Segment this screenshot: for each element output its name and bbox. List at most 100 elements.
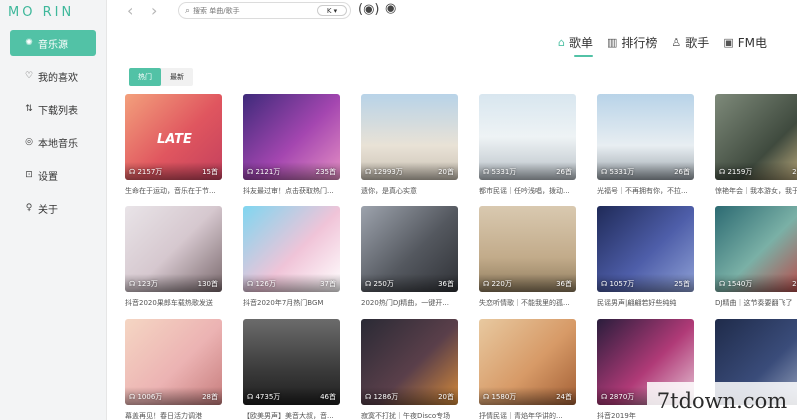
sidebar-item-label: 下载列表 xyxy=(38,105,78,117)
play-count: ☊ 2159万 xyxy=(719,167,752,177)
sidebar-item-3[interactable]: ◎ 本地音乐 xyxy=(10,129,96,155)
playlist-card[interactable]: ☊ 5331万 26首光福号｜不再拥有你，不拉... xyxy=(597,94,694,196)
tab-label: 歌单 xyxy=(568,35,593,50)
playlist-cover[interactable]: ☊ 1580万 24首 xyxy=(479,319,576,405)
sidebar-item-5[interactable]: ♀ 关于 xyxy=(10,195,96,221)
play-count: ☊ 1540万 xyxy=(719,279,752,289)
search-icon: ⌕ xyxy=(185,5,191,16)
heart-icon: ♡ xyxy=(24,71,34,81)
playlist-card[interactable]: ☊ 1057万 25首 民谣男声|翩翩若好些纯纯 xyxy=(597,206,694,308)
playlist-title[interactable]: 抖友最过审！点击获取热门... xyxy=(243,186,340,196)
play-count: ☊ 1580万 xyxy=(483,392,516,402)
search-bar[interactable]: ⌕ K ▾ xyxy=(178,2,351,19)
tab-1[interactable]: ▥ 排行榜 xyxy=(607,31,657,53)
track-count: 20首 xyxy=(438,393,454,401)
playlist-card[interactable]: ☊ 4735万 46首 【欧美男声】美音大叔，音... xyxy=(243,319,340,420)
watermark: 7tdown.com xyxy=(647,382,797,420)
play-count: ☊ 123万 xyxy=(129,279,158,289)
play-count-value: 2870万 xyxy=(609,393,635,401)
playlist-card[interactable]: LATE ☊ 2157万 15首生命在于运动，音乐在于节... xyxy=(125,94,222,196)
playlist-title[interactable]: 惊艳年会｜我本游女，我于 xyxy=(715,186,797,196)
sidebar-item-label: 设置 xyxy=(38,171,58,183)
play-count-value: 220万 xyxy=(491,280,512,288)
playlist-card[interactable]: ☊ 220万 36首失恋听情歌｜不能我里的孤... xyxy=(479,206,576,308)
sidebar: MO RIN ✺ 音乐源 ♡ 我的喜欢 ⇅ 下载列表 ◎ 本地音乐 ⊡ 设置 ♀ 关于 xyxy=(0,0,107,420)
subtab-1[interactable]: 最新 xyxy=(161,68,193,86)
track-count: 46首 xyxy=(320,393,336,401)
play-count-value: 1006万 xyxy=(137,393,163,401)
playlist-cover[interactable]: ☊ 2121万 235首 xyxy=(243,94,340,180)
playlist-title[interactable]: 幕盖再见！春日活力调港 xyxy=(125,411,222,420)
playlist-title[interactable]: DJ精曲｜这节奏要翻飞了 xyxy=(715,298,797,308)
play-count: ☊ 126万 xyxy=(247,279,276,289)
tab-label: FM电 xyxy=(737,35,767,50)
subtab-0[interactable]: 热门 xyxy=(129,68,161,86)
back-arrow-icon[interactable]: ‹ xyxy=(127,1,133,20)
playlist-title[interactable]: 寂寞不打扰｜午夜Disco专场 xyxy=(361,411,458,420)
playlist-cover[interactable]: ☊ 2159万 27首 xyxy=(715,94,797,180)
sidebar-item-2[interactable]: ⇅ 下载列表 xyxy=(10,96,96,122)
gear-icon: ✺ xyxy=(25,38,33,48)
sidebar-item-1[interactable]: ♡ 我的喜欢 xyxy=(10,63,96,89)
sidebar-item-label: 本地音乐 xyxy=(38,138,78,150)
tab-0[interactable]: ⌂ 歌单 xyxy=(558,31,593,57)
category-tabs: ⌂ 歌单 ▥ 排行榜 ♙ 歌手 ▣ FM电 xyxy=(558,31,781,57)
track-count: 25首 xyxy=(674,280,690,288)
tab-label: 排行榜 xyxy=(621,35,658,50)
play-count-value: 1540万 xyxy=(727,280,753,288)
playlist-title[interactable]: 失恋听情歌｜不能我里的孤... xyxy=(479,298,576,308)
audio-wave-icon[interactable]: (◉) xyxy=(358,2,380,17)
playlist-cover[interactable]: ☊ 4735万 46首 xyxy=(243,319,340,405)
tab-3[interactable]: ▣ FM电 xyxy=(723,31,767,53)
playlist-card[interactable]: ☊ 126万 37首抖音2020年7月热门BGM xyxy=(243,206,340,308)
record-disc-icon[interactable]: ◉ xyxy=(385,1,396,16)
playlist-card[interactable]: ☊ 5331万 26首都市民谣｜任吟浅唱，拨动... xyxy=(479,94,576,196)
disc-icon: ◎ xyxy=(25,137,33,147)
playlist-title[interactable]: 抖音2020果郎车载热歌发送 xyxy=(125,298,222,308)
playlist-card[interactable]: ☊ 1540万 27首 DJ精曲｜这节奏要翻飞了 xyxy=(715,206,797,308)
playlist-title[interactable]: 都市民谣｜任吟浅唱，拨动... xyxy=(479,186,576,196)
playlist-title[interactable]: 光福号｜不再拥有你，不拉... xyxy=(597,186,694,196)
sidebar-item-0[interactable]: ✺ 音乐源 xyxy=(10,30,96,56)
track-count: 37首 xyxy=(320,280,336,288)
playlist-title[interactable]: 遗你，是真心实意 xyxy=(361,186,458,196)
playlist-cover[interactable]: ☊ 220万 36首 xyxy=(479,206,576,292)
playlist-card[interactable]: ☊ 1286万 20首寂寞不打扰｜午夜Disco专场 xyxy=(361,319,458,420)
playlist-card[interactable]: ☊ 123万 130首抖音2020果郎车载热歌发送 xyxy=(125,206,222,308)
playlist-cover[interactable]: ☊ 12993万 20首 xyxy=(361,94,458,180)
play-count: ☊ 1006万 xyxy=(129,392,162,402)
playlist-cover[interactable]: ☊ 1286万 20首 xyxy=(361,319,458,405)
playlist-card[interactable]: ☊ 1006万 28首幕盖再见！春日活力调港 xyxy=(125,319,222,420)
playlist-cover[interactable]: LATE ☊ 2157万 15首 xyxy=(125,94,222,180)
sidebar-item-4[interactable]: ⊡ 设置 xyxy=(10,162,96,188)
playlist-card[interactable]: ☊ 12993万 20首遗你，是真心实意 xyxy=(361,94,458,196)
playlist-title[interactable]: 抒情民谣｜青焰年华讲的... xyxy=(479,411,576,420)
play-count-value: 250万 xyxy=(373,280,394,288)
playlist-cover[interactable]: ☊ 5331万 26首 xyxy=(479,94,576,180)
play-count-value: 4735万 xyxy=(255,393,281,401)
playlist-title[interactable]: 民谣男声|翩翩若好些纯纯 xyxy=(597,298,694,308)
playlist-card[interactable]: ☊ 2159万 27首惊艳年会｜我本游女，我于 xyxy=(715,94,797,196)
playlist-card[interactable]: ☊ 250万 36首 2020热门DJ精曲，一键开... xyxy=(361,206,458,308)
playlist-title[interactable]: 抖音2020年7月热门BGM xyxy=(243,298,340,308)
playlist-cover[interactable]: ☊ 250万 36首 xyxy=(361,206,458,292)
sidebar-item-label: 音乐源 xyxy=(38,39,68,51)
playlist-cover[interactable]: ☊ 5331万 26首 xyxy=(597,94,694,180)
music-source-select[interactable]: K ▾ xyxy=(317,5,347,16)
playlist-cover[interactable]: ☊ 1540万 27首 xyxy=(715,206,797,292)
playlist-cover[interactable]: ☊ 1057万 25首 xyxy=(597,206,694,292)
playlist-cover[interactable]: ☊ 126万 37首 xyxy=(243,206,340,292)
playlist-cover[interactable]: ☊ 123万 130首 xyxy=(125,206,222,292)
playlist-title[interactable]: 【欧美男声】美音大叔，音... xyxy=(243,411,340,420)
playlist-title[interactable]: 生命在于运动，音乐在于节... xyxy=(125,186,222,196)
sidebar-item-label: 我的喜欢 xyxy=(38,72,78,84)
playlist-card[interactable]: ☊ 1580万 24首抒情民谣｜青焰年华讲的... xyxy=(479,319,576,420)
play-count-value: 1057万 xyxy=(609,280,635,288)
info-icon: ♀ xyxy=(25,203,33,213)
forward-arrow-icon[interactable]: › xyxy=(151,1,157,20)
tab-2[interactable]: ♙ 歌手 xyxy=(671,31,709,53)
playlist-card[interactable]: ☊ 2121万 235首抖友最过审！点击获取热门... xyxy=(243,94,340,196)
playlist-title[interactable]: 2020热门DJ精曲，一键开... xyxy=(361,298,458,308)
search-input[interactable] xyxy=(193,6,294,15)
playlist-cover[interactable]: ☊ 1006万 28首 xyxy=(125,319,222,405)
